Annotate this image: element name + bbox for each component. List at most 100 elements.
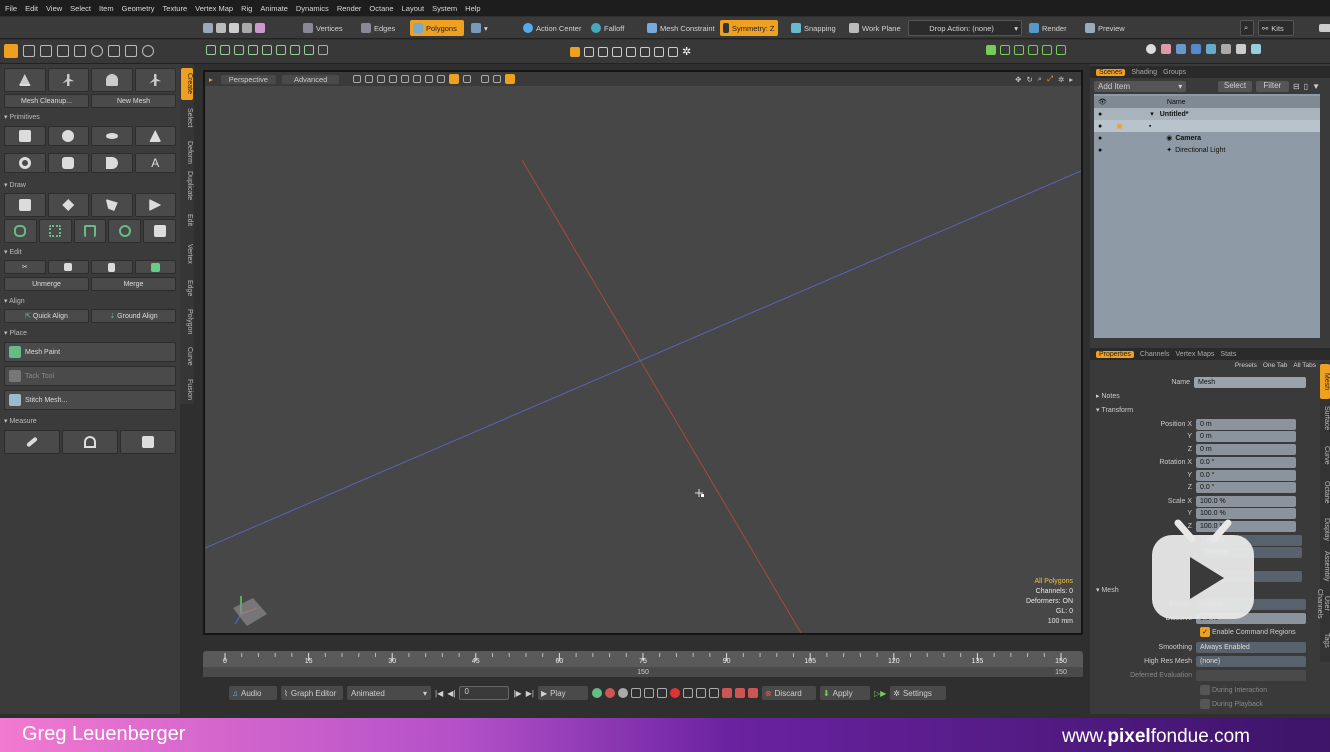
sketch-button[interactable] bbox=[134, 193, 176, 217]
transform-field[interactable]: 0 m bbox=[1196, 431, 1296, 442]
menu-item[interactable]: Item bbox=[99, 4, 114, 13]
measure-box-button[interactable] bbox=[120, 430, 176, 454]
go-to-end-icon[interactable]: ▶| bbox=[526, 689, 534, 698]
right-tool-icons[interactable] bbox=[986, 45, 1066, 55]
tool-button[interactable] bbox=[134, 68, 176, 92]
menu-item[interactable]: File bbox=[5, 4, 17, 13]
render-button[interactable]: Render bbox=[1026, 20, 1070, 36]
mesh-cleanup-button[interactable]: Mesh Cleanup... bbox=[4, 94, 89, 108]
menu-item[interactable]: Vertex Map bbox=[195, 4, 233, 13]
layout-icon[interactable] bbox=[1316, 20, 1330, 36]
tab-edit[interactable]: Edit bbox=[181, 204, 193, 236]
primitives-header[interactable]: ▾ Primitives bbox=[4, 113, 40, 121]
quick-align-button[interactable]: ⇱ Quick Align bbox=[4, 309, 89, 323]
stitch-mesh-button[interactable]: Stitch Mesh... bbox=[4, 390, 176, 410]
menu-item[interactable]: Render bbox=[337, 4, 362, 13]
falloff-button[interactable]: Falloff bbox=[588, 20, 627, 36]
drop-action-dropdown[interactable]: Drop Action: (none) ▾ bbox=[908, 20, 1022, 36]
during-interaction-checkbox[interactable] bbox=[1200, 685, 1210, 695]
unmerge-button[interactable]: Unmerge bbox=[4, 277, 89, 291]
new-mesh-button[interactable]: New Mesh bbox=[91, 94, 176, 108]
scene-tool-icons[interactable] bbox=[1146, 44, 1261, 54]
viewport-visibility-icons[interactable] bbox=[353, 74, 516, 84]
filter-button[interactable]: Filter bbox=[1255, 80, 1289, 92]
merge-button[interactable]: Merge bbox=[91, 277, 176, 291]
more-icon[interactable]: ▸ bbox=[1069, 75, 1073, 84]
select-button[interactable]: Select bbox=[1218, 80, 1252, 92]
list-item-light[interactable]: ● ✦ Directional Light bbox=[1094, 144, 1320, 156]
preview-button[interactable]: Preview bbox=[1082, 20, 1128, 36]
tab-vertex[interactable]: Vertex bbox=[181, 238, 193, 270]
tab-tags[interactable]: Tags bbox=[1320, 623, 1330, 658]
visibility-icon[interactable]: ● bbox=[1098, 147, 1102, 154]
left-tool-icons[interactable] bbox=[4, 44, 154, 58]
transform-field[interactable]: 0.0 ° bbox=[1196, 469, 1296, 481]
mesh-constraint-button[interactable]: Mesh Constraint bbox=[644, 20, 718, 36]
tab-create[interactable]: Create bbox=[181, 68, 193, 100]
disc-button[interactable] bbox=[91, 126, 133, 146]
transform-section[interactable]: ▾ Transform bbox=[1090, 404, 1314, 416]
discard-button[interactable]: ⊗ Discard bbox=[761, 686, 816, 700]
tab-scenes[interactable]: Scenes bbox=[1096, 68, 1126, 76]
play-range-icon[interactable]: ▷▶ bbox=[874, 689, 886, 698]
tab-channels[interactable]: Channels bbox=[1140, 351, 1170, 358]
viewport-tool-icons[interactable] bbox=[206, 45, 328, 55]
collapse-icon[interactable]: ⊟ bbox=[1293, 82, 1300, 91]
snapping-button[interactable]: Snapping bbox=[788, 20, 839, 36]
tab-properties[interactable]: Properties bbox=[1096, 350, 1134, 358]
place-header[interactable]: ▾ Place bbox=[4, 329, 27, 337]
add-item-dropdown[interactable]: Add Item ▾ bbox=[1094, 80, 1187, 92]
transform-field[interactable]: 0.0 ° bbox=[1196, 457, 1296, 468]
tab-display[interactable]: Display bbox=[1320, 512, 1330, 547]
symmetry-button[interactable]: Symmetry: Z bbox=[720, 20, 778, 36]
pan-icon[interactable]: ✥ bbox=[1015, 75, 1021, 84]
expand-icon[interactable]: ▾ bbox=[1150, 110, 1154, 118]
action-center-button[interactable]: Action Center bbox=[520, 20, 584, 36]
settings-button[interactable]: ✲ Settings bbox=[890, 686, 947, 700]
one-tab-dropdown[interactable]: One Tab bbox=[1263, 362, 1287, 369]
notes-section[interactable]: ▸ Notes bbox=[1090, 390, 1314, 402]
visibility-icon[interactable]: ● bbox=[1098, 123, 1102, 130]
tab-mesh[interactable]: Mesh bbox=[1320, 364, 1330, 399]
item-mode-dropdown[interactable]: ▾ bbox=[468, 20, 491, 36]
visibility-icon[interactable]: ● bbox=[1098, 135, 1102, 142]
draw-header[interactable]: ▾ Draw bbox=[4, 181, 26, 189]
rotate-icon[interactable]: ↻ bbox=[1026, 75, 1032, 84]
tab-duplicate[interactable]: Duplicate bbox=[181, 170, 193, 202]
tool-button[interactable] bbox=[4, 68, 46, 92]
spiral-tool-button[interactable] bbox=[108, 219, 142, 243]
menu-item[interactable]: Layout bbox=[402, 4, 425, 13]
vertices-button[interactable]: Vertices bbox=[300, 20, 346, 36]
tool-button[interactable] bbox=[47, 68, 89, 92]
kits-button[interactable]: ⚯ Kits bbox=[1258, 20, 1294, 36]
audio-button[interactable]: ♫ Audio bbox=[229, 686, 277, 700]
torus-button[interactable] bbox=[4, 153, 46, 173]
tab-curve[interactable]: Curve bbox=[1320, 438, 1330, 473]
viewport-navigation-icons[interactable]: ✥ ↻ ⌕ ⤢ ✲ ▸ bbox=[1015, 74, 1073, 84]
cylinder-button[interactable] bbox=[47, 153, 89, 173]
bezier-tool-button[interactable] bbox=[38, 219, 72, 243]
measure-header[interactable]: ▾ Measure bbox=[4, 417, 37, 425]
tab-surface[interactable]: Surface bbox=[1320, 401, 1330, 436]
menu-item[interactable]: Help bbox=[465, 4, 480, 13]
tab-polygon[interactable]: Polygon bbox=[181, 306, 193, 338]
cut-button[interactable]: ✂ bbox=[4, 260, 46, 274]
presets-label[interactable]: Presets bbox=[1235, 362, 1257, 369]
work-plane-button[interactable]: Work Plane bbox=[846, 20, 904, 36]
enable-command-regions-checkbox[interactable]: ✓ bbox=[1200, 627, 1210, 637]
tab-stats[interactable]: Stats bbox=[1220, 351, 1236, 358]
view-type-dropdown[interactable]: Perspective bbox=[220, 74, 276, 84]
protractor-button[interactable] bbox=[62, 430, 118, 454]
polygon-draw-button[interactable] bbox=[47, 193, 89, 217]
delete-button[interactable] bbox=[134, 260, 176, 274]
menu-item[interactable]: Rig bbox=[241, 4, 252, 13]
smoothing-dropdown[interactable]: Always Enabled bbox=[1196, 641, 1306, 653]
transform-field[interactable]: 0 m bbox=[1196, 443, 1296, 455]
tab-user-channels[interactable]: User Channels bbox=[1316, 586, 1330, 621]
high-res-mesh-dropdown[interactable]: (none) bbox=[1196, 655, 1306, 667]
mesh-paint-button[interactable]: Mesh Paint bbox=[4, 342, 176, 362]
list-item-mesh[interactable]: ● ▣ ▪ bbox=[1094, 120, 1320, 132]
tab-select[interactable]: Select bbox=[181, 102, 193, 134]
gear-icon[interactable]: ✲ bbox=[1058, 75, 1064, 84]
menu-item[interactable]: Geometry bbox=[122, 4, 155, 13]
